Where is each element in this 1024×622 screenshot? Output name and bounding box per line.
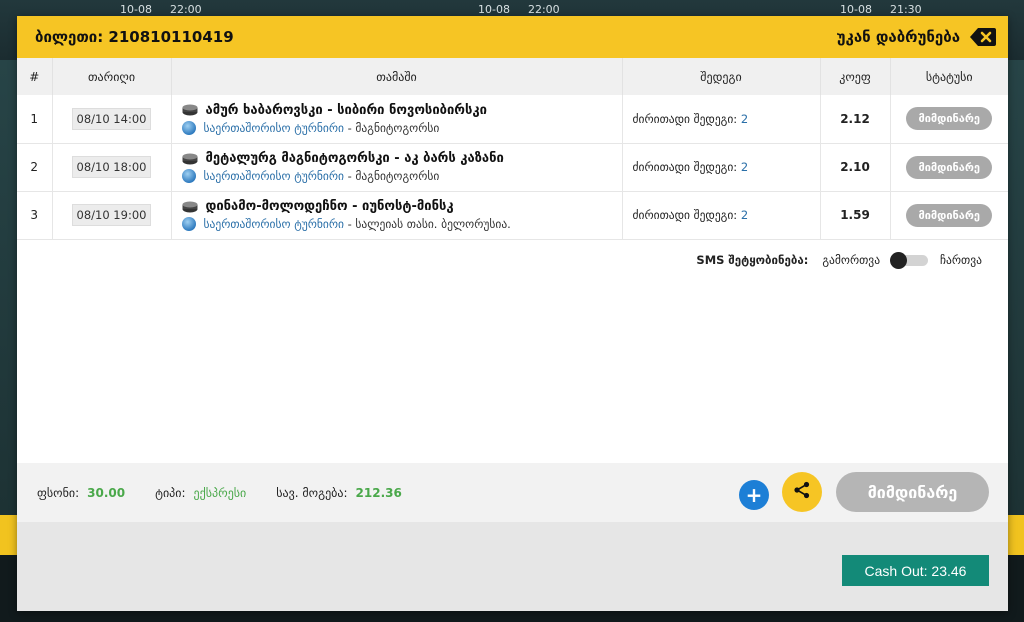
win-value: 212.36: [355, 485, 402, 500]
type-summary: ტიპი: ექსპრესი: [155, 486, 246, 500]
modal-footer: Cash Out: 23.46: [17, 522, 1008, 611]
row-odds: 2.12: [820, 95, 891, 144]
modal-header: ბილეთი: 210810110419 უკან დაბრუნება: [17, 16, 1008, 58]
backspace-close-icon[interactable]: [970, 27, 996, 47]
table-header-row: # თარიღი თამაში შედეგი კოეფ სტატუსი: [17, 58, 1008, 95]
bg-match-date: 10-08: [120, 2, 152, 16]
result-value: 2: [740, 160, 749, 174]
stake-label: ფსონი:: [37, 485, 80, 500]
row-game-cell: ამურ ხაბაროვსკი - სიბირი ნოვოსიბირსკი სა…: [171, 95, 623, 144]
return-button[interactable]: უკან დაბრუნება: [837, 27, 996, 47]
col-header-game: თამაში: [171, 58, 623, 95]
share-icon: [793, 481, 811, 503]
game-league-line: საერთაშორისო ტურნირი - სალეიას თასი. ბელ…: [181, 217, 622, 231]
toggle-knob: [890, 252, 908, 269]
hockey-puck-icon: [182, 104, 198, 116]
stake-summary: ფსონი: 30.00: [37, 486, 125, 500]
status-badge: მიმდინარე: [906, 155, 993, 179]
result-label: ძირითადი შედეგი:: [632, 208, 741, 222]
sms-toggle[interactable]: [890, 252, 930, 269]
bg-match-time: 22:00: [169, 2, 202, 16]
cash-out-button[interactable]: Cash Out: 23.46: [842, 555, 989, 586]
row-result-cell: ძირითადი შედეგი: 2: [622, 143, 821, 192]
plus-icon: +: [745, 483, 763, 507]
result-label: ძირითადი შედეგი:: [632, 160, 741, 174]
league-link[interactable]: საერთაშორისო ტურნირი: [204, 121, 344, 135]
background-right: [1008, 60, 1024, 515]
return-label: უკან დაბრუნება: [836, 28, 960, 46]
bg-match-time: 22:00: [527, 2, 560, 16]
match-teams: მეტალურგ მაგნიტოგორსკი - აკ ბარს კაზანი: [205, 151, 504, 166]
bg-match-time: 21:30: [889, 2, 922, 16]
row-date-cell: 08/10 14:00: [52, 95, 172, 144]
win-label: სავ. მოგება:: [276, 485, 348, 500]
league-link[interactable]: საერთაშორისო ტურნირი: [204, 169, 344, 183]
match-location: - მაგნიტოგორსი: [343, 169, 440, 183]
col-header-result: შედეგი: [622, 58, 821, 95]
hockey-puck-icon: [182, 201, 198, 213]
row-game-cell: დინამო-მოლოდეჩნო - იუნოსტ-მინსკ საერთაშო…: [171, 191, 623, 240]
share-button[interactable]: [782, 472, 822, 512]
result-label: ძირითადი შედეგი:: [632, 111, 741, 126]
row-num: 2: [17, 143, 53, 192]
ticket-title: ბილეთი: 210810110419: [35, 28, 234, 46]
status-badge: მიმდინარე: [906, 203, 993, 227]
game-league-line: საერთაშორისო ტურნირი - მაგნიტოგორსი: [181, 120, 622, 135]
bets-table: # თარიღი თამაში შედეგი კოეფ სტატუსი 1 08…: [17, 58, 1008, 240]
col-header-status: სტატუსი: [890, 58, 1008, 95]
col-header-num: #: [17, 58, 53, 95]
match-teams: ამურ ხაბაროვსკი - სიბირი ნოვოსიბირსკი: [205, 102, 487, 118]
league-link[interactable]: საერთაშორისო ტურნირი: [204, 217, 344, 231]
row-status-cell: მიმდინარე: [890, 143, 1008, 192]
date-badge: 08/10 19:00: [71, 204, 152, 226]
match-location: - მაგნიტოგორსი: [343, 120, 440, 135]
background-left: [0, 60, 17, 515]
hockey-puck-icon: [182, 153, 198, 165]
row-date-cell: 08/10 19:00: [52, 191, 172, 240]
stake-value: 30.00: [87, 485, 126, 500]
game-title-line: ამურ ხაბაროვსკი - სიბირი ნოვოსიბირსკი: [182, 103, 622, 118]
row-result-cell: ძირითადი შედეგი: 2: [622, 95, 821, 144]
sms-notification-row: SMS შეტყობინება: გამორთვა ჩართვა: [696, 252, 982, 269]
add-button[interactable]: +: [739, 480, 769, 510]
row-result-cell: ძირითადი შედეგი: 2: [622, 191, 821, 240]
col-header-odds: კოეფ: [820, 58, 891, 95]
row-num: 3: [17, 191, 53, 240]
game-league-line: საერთაშორისო ტურნირი - მაგნიტოგორსი: [181, 169, 622, 183]
globe-icon: [181, 120, 196, 135]
type-label: ტიპი:: [155, 485, 186, 500]
table-row: 3 08/10 19:00 დინამო-მოლოდეჩნო - იუნოსტ-…: [17, 191, 1008, 240]
globe-icon: [181, 169, 196, 183]
row-num: 1: [17, 95, 53, 144]
date-badge: 08/10 18:00: [71, 156, 152, 178]
sms-label: SMS შეტყობინება:: [696, 253, 809, 267]
bg-match-date: 10-08: [840, 2, 872, 16]
result-value: 2: [740, 208, 749, 222]
sms-off-label: გამორთვა: [822, 253, 881, 267]
ticket-modal: ბილეთი: 210810110419 უკან დაბრუნება # თა…: [17, 16, 1008, 611]
globe-icon: [181, 217, 196, 231]
row-game-cell: მეტალურგ მაგნიტოგორსკი - აკ ბარს კაზანი …: [171, 143, 623, 192]
row-odds: 1.59: [820, 191, 891, 240]
table-row: 2 08/10 18:00 მეტალურგ მაგნიტოგორსკი - ა…: [17, 143, 1008, 192]
ticket-status-button[interactable]: მიმდინარე: [836, 472, 989, 512]
row-status-cell: მიმდინარე: [890, 95, 1008, 144]
game-title-line: დინამო-მოლოდეჩნო - იუნოსტ-მინსკ: [182, 199, 622, 214]
table-row: 1 08/10 14:00 ამურ ხაბაროვსკი - სიბირი ნ…: [17, 95, 1008, 144]
date-badge: 08/10 14:00: [71, 107, 152, 130]
bg-match-date: 10-08: [478, 2, 510, 16]
game-title-line: მეტალურგ მაგნიტოგორსკი - აკ ბარს კაზანი: [182, 151, 622, 166]
result-value: 2: [740, 111, 749, 126]
match-teams: დინამო-მოლოდეჩნო - იუნოსტ-მინსკ: [205, 199, 454, 214]
win-summary: სავ. მოგება: 212.36: [276, 486, 402, 500]
status-badge: მიმდინარე: [906, 107, 993, 131]
row-date-cell: 08/10 18:00: [52, 143, 172, 192]
row-status-cell: მიმდინარე: [890, 191, 1008, 240]
match-location: - სალეიას თასი. ბელორუსია.: [343, 217, 511, 231]
row-odds: 2.10: [820, 143, 891, 192]
sms-on-label: ჩართვა: [940, 253, 982, 267]
col-header-date: თარიღი: [52, 58, 172, 95]
type-value: ექსპრესი: [193, 485, 247, 500]
